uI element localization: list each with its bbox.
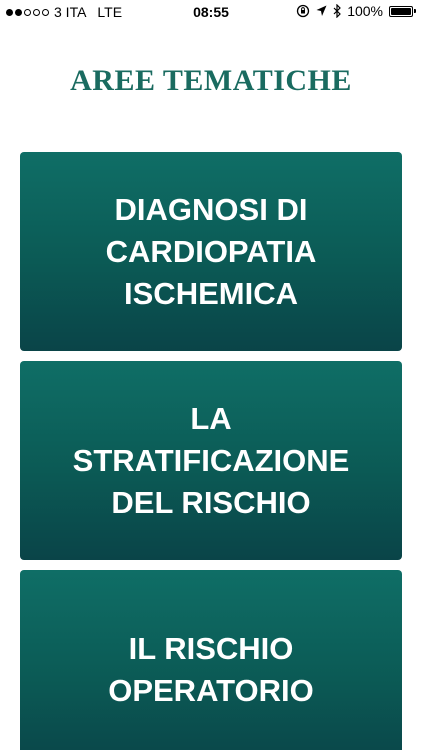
location-arrow-icon: [316, 5, 327, 17]
topic-button-rischio-operatorio[interactable]: IL RISCHIO OPERATORIO: [20, 570, 402, 750]
topic-button-diagnosi[interactable]: DIAGNOSI DI CARDIOPATIA ISCHEMICA: [20, 152, 402, 351]
bluetooth-icon: [333, 4, 342, 18]
battery-tip: [414, 9, 416, 13]
topic-label: DIAGNOSI DI CARDIOPATIA ISCHEMICA: [105, 191, 317, 311]
topic-label: IL RISCHIO OPERATORIO: [108, 630, 314, 708]
status-right: 100%: [296, 3, 416, 19]
topic-label: LA STRATIFICAZIONE DEL RISCHIO: [72, 400, 350, 520]
battery-body: [389, 5, 413, 17]
orientation-lock-icon: [296, 4, 310, 18]
status-bar: 3 ITA LTE 08:55 100%: [0, 0, 422, 24]
battery-fill: [391, 7, 411, 15]
page-title: AREE TEMATICHE: [70, 64, 352, 97]
topic-list: DIAGNOSI DI CARDIOPATIA ISCHEMICA LA STR…: [20, 152, 402, 750]
battery-percentage: 100%: [347, 3, 383, 19]
battery-icon: [389, 5, 416, 17]
topic-button-stratificazione[interactable]: LA STRATIFICAZIONE DEL RISCHIO: [20, 361, 402, 560]
